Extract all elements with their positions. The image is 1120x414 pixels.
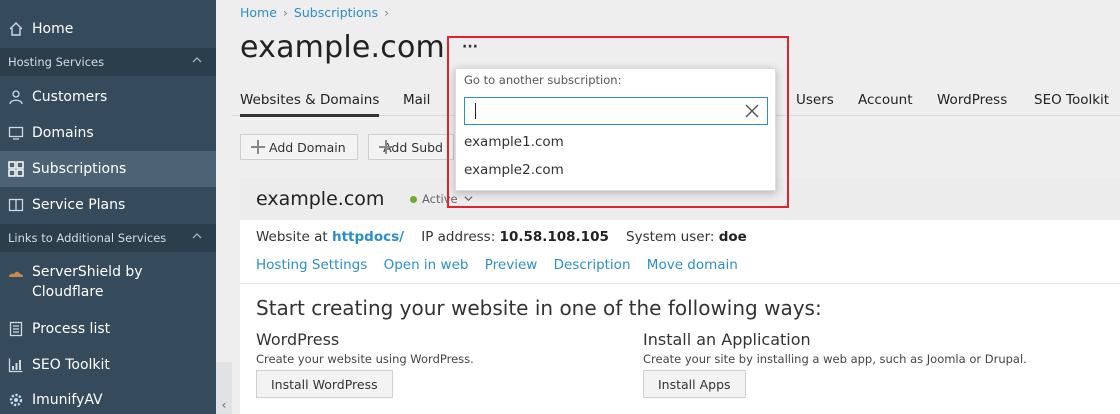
sidebar-section-links-additional[interactable]: Links to Additional Services — [0, 224, 216, 252]
move-domain-link[interactable]: Move domain — [647, 257, 738, 273]
sidebar-item-service-plans[interactable]: Service Plans — [0, 190, 216, 220]
sidebar-item-seo-toolkit[interactable]: SEO Toolkit — [0, 350, 216, 380]
chevron-right-icon: › — [282, 5, 288, 20]
preview-link[interactable]: Preview — [485, 257, 538, 273]
sidebar-item-customers[interactable]: Customers — [0, 82, 216, 112]
chevron-down-icon — [464, 192, 473, 206]
wordpress-title: WordPress — [256, 330, 340, 349]
grid-icon — [8, 161, 24, 177]
sidebar-collapse-button[interactable]: ‹ — [216, 362, 232, 414]
page-title: example.com — [240, 30, 445, 65]
cloud-icon — [8, 266, 24, 282]
home-icon — [8, 21, 24, 37]
plus-icon — [251, 140, 265, 154]
sidebar-item-servershield[interactable]: ServerShield by Cloudflare — [0, 262, 216, 304]
tab-websites-domains[interactable]: Websites & Domains — [240, 92, 380, 117]
sidebar-item-label: ImunifyAV — [32, 392, 103, 408]
sidebar-item-process-list[interactable]: Process list — [0, 314, 216, 344]
breadcrumb-subscriptions[interactable]: Subscriptions — [294, 5, 378, 20]
sidebar-item-subscriptions[interactable]: Subscriptions — [0, 151, 216, 187]
sidebar-item-label: Process list — [32, 321, 111, 337]
ip-label: IP address: — [421, 229, 496, 245]
install-app-description: Create your site by installing a web app… — [643, 352, 1027, 366]
domain-card: example.com Active Website at httpdocs/ … — [240, 178, 1120, 414]
chevron-right-icon: › — [384, 5, 390, 20]
book-icon — [8, 197, 24, 213]
sidebar-item-label: Home — [32, 21, 74, 37]
chart-icon — [8, 357, 24, 373]
sidebar-item-imunifyav[interactable]: ImunifyAV — [0, 386, 216, 414]
website-root-link[interactable]: httpdocs/ — [332, 229, 404, 245]
more-options-button[interactable]: ··· — [458, 40, 482, 60]
sidebar-section-label: Links to Additional Services — [8, 231, 167, 245]
subscription-option[interactable]: example1.com — [464, 134, 564, 150]
subscription-search-input[interactable] — [464, 97, 768, 125]
sidebar-item-label: Customers — [32, 89, 108, 105]
install-apps-button[interactable]: Install Apps — [643, 370, 746, 398]
sidebar-item-label: SEO Toolkit — [32, 357, 110, 373]
sidebar-item-label: Domains — [32, 125, 94, 141]
install-wordpress-button[interactable]: Install WordPress — [256, 370, 393, 398]
status-dot — [410, 195, 417, 203]
sidebar-section-hosting-services[interactable]: Hosting Services — [0, 48, 216, 76]
divider — [240, 283, 1120, 284]
breadcrumb-home[interactable]: Home — [240, 5, 277, 20]
sidebar-item-domains[interactable]: Domains — [0, 118, 216, 148]
ip-value: 10.58.108.105 — [499, 229, 609, 245]
close-icon[interactable] — [743, 102, 761, 120]
gear-icon — [8, 392, 24, 408]
website-at-label: Website at — [256, 229, 328, 245]
start-creating-title: Start creating your website in one of th… — [256, 296, 822, 320]
sidebar: Home Hosting Services Customers Domains … — [0, 0, 216, 414]
description-link[interactable]: Description — [554, 257, 631, 273]
system-user-label: System user: — [626, 229, 715, 245]
sidebar-section-label: Hosting Services — [8, 55, 105, 69]
tab-account[interactable]: Account — [858, 92, 913, 108]
user-icon — [8, 89, 24, 105]
wordpress-description: Create your website using WordPress. — [256, 352, 474, 366]
subscription-switcher-popup: Go to another subscription: example1.com… — [455, 68, 776, 191]
sidebar-item-label: ServerShield by Cloudflare — [32, 264, 143, 300]
status-badge[interactable]: Active — [410, 192, 473, 206]
chevron-up-icon — [192, 231, 202, 244]
tab-users[interactable]: Users — [796, 92, 834, 108]
add-domain-label: Add Domain — [269, 139, 346, 155]
install-app-title: Install an Application — [643, 330, 811, 349]
breadcrumb: Home › Subscriptions › — [240, 5, 395, 20]
sidebar-item-home[interactable]: Home — [0, 14, 216, 44]
chevron-left-icon: ‹ — [221, 398, 227, 412]
system-user-value: doe — [718, 229, 747, 245]
popup-title: Go to another subscription: — [464, 73, 622, 87]
open-in-web-link[interactable]: Open in web — [384, 257, 469, 273]
sidebar-item-label: Subscriptions — [32, 161, 127, 177]
hosting-settings-link[interactable]: Hosting Settings — [256, 257, 367, 273]
domain-links: Hosting Settings Open in web Preview Des… — [256, 257, 750, 273]
main-content: Home › Subscriptions › example.com ··· Webs… — [232, 0, 1120, 414]
tab-seo-toolkit[interactable]: SEO Toolkit — [1034, 92, 1109, 108]
monitor-icon — [8, 125, 24, 141]
add-subdomain-button[interactable]: Add Subd — [368, 134, 454, 160]
list-icon — [8, 321, 24, 337]
tab-wordpress[interactable]: WordPress — [937, 92, 1007, 108]
text-caret — [475, 103, 476, 119]
domain-name: example.com — [256, 188, 385, 210]
sidebar-item-label: Service Plans — [32, 197, 126, 213]
domain-info: Website at httpdocs/ IP address: 10.58.1… — [256, 229, 747, 245]
tab-mail[interactable]: Mail — [403, 92, 430, 108]
chevron-up-icon — [192, 55, 202, 68]
status-label: Active — [422, 192, 458, 206]
add-domain-button[interactable]: Add Domain — [240, 134, 358, 160]
subscription-option[interactable]: example2.com — [464, 162, 564, 178]
